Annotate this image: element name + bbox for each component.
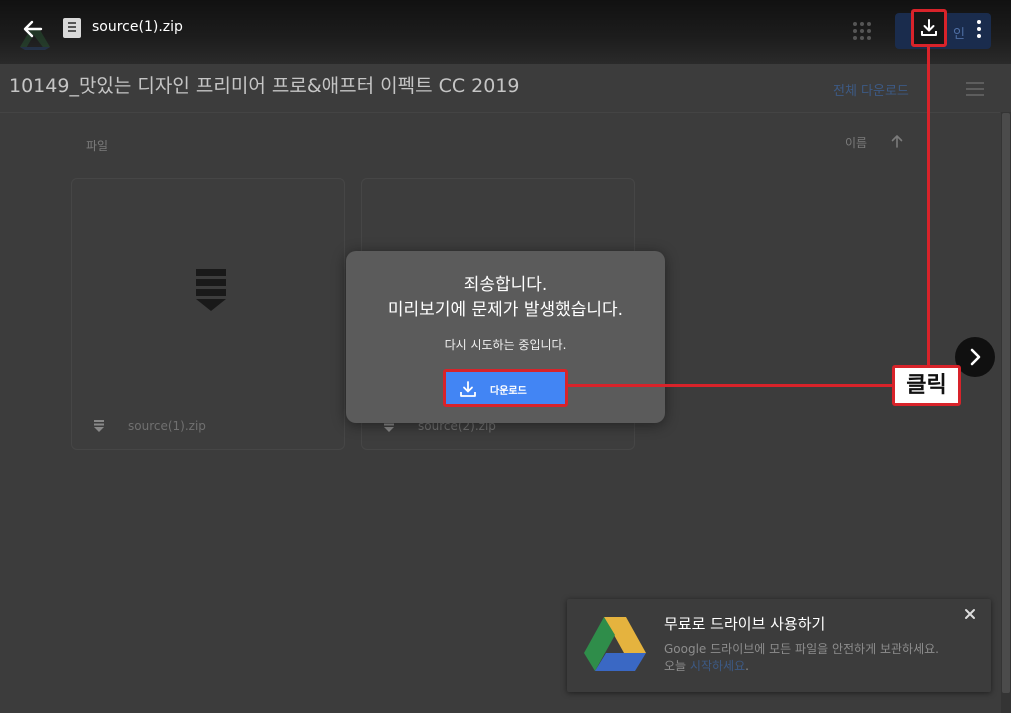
callout-label: 클릭 xyxy=(892,365,961,406)
scrollbar-thumb[interactable] xyxy=(1002,113,1010,693)
download-all-link[interactable]: 전체 다운로드 xyxy=(833,80,909,99)
dialog-download-button[interactable]: 다운로드 xyxy=(443,369,568,407)
promo-cta-line: 오늘 시작하세요. xyxy=(664,658,980,675)
sign-in-label: 인 xyxy=(953,27,965,42)
callout-connector xyxy=(568,384,894,387)
zip-file-icon xyxy=(196,269,226,311)
google-drive-logo-icon xyxy=(584,617,646,671)
apps-grid-icon[interactable] xyxy=(853,22,871,40)
close-icon[interactable] xyxy=(963,607,977,621)
zip-file-icon xyxy=(63,18,81,38)
more-vert-icon[interactable] xyxy=(972,18,986,40)
files-section-label: 파일 xyxy=(86,139,109,153)
file-card[interactable]: source(1).zip xyxy=(71,178,345,450)
chevron-right-icon xyxy=(970,348,981,366)
dialog-download-label: 다운로드 xyxy=(490,386,527,397)
viewer-filename: source(1).zip xyxy=(92,19,183,35)
promo-text: . xyxy=(745,659,749,673)
promo-body-text: Google 드라이브에 모든 파일을 안전하게 보관하세요. xyxy=(664,642,939,656)
drive-promo-card: 무료로 드라이브 사용하기 Google 드라이브에 모든 파일을 안전하게 보… xyxy=(567,599,991,692)
zip-file-icon xyxy=(94,420,104,432)
dialog-title-line: 미리보기에 문제가 발생했습니다. xyxy=(387,300,624,320)
promo-text: 오늘 xyxy=(664,659,690,673)
next-file-button[interactable] xyxy=(955,337,995,377)
divider xyxy=(0,112,1000,113)
arrow-up-icon[interactable] xyxy=(890,134,904,148)
list-view-icon[interactable] xyxy=(966,82,984,96)
download-icon xyxy=(460,381,476,397)
folder-title: 10149_맛있는 디자인 프리미어 프로&애프터 이펙트 CC 2019 xyxy=(9,75,520,97)
dialog-title-line: 죄송합니다. xyxy=(463,275,548,295)
file-name: source(1).zip xyxy=(128,419,206,433)
get-started-link[interactable]: 시작하세요 xyxy=(690,659,745,673)
download-icon xyxy=(921,19,937,36)
preview-error-dialog: 죄송합니다. 미리보기에 문제가 발생했습니다. 다시 시도하는 중입니다. 다… xyxy=(346,251,665,423)
viewer-top-bar: source(1).zip 인 xyxy=(0,0,1011,64)
dialog-subtitle: 다시 시도하는 중입니다. xyxy=(444,338,567,352)
sort-by-name-button[interactable]: 이름 xyxy=(845,134,867,151)
back-arrow-icon[interactable] xyxy=(20,16,46,42)
promo-title: 무료로 드라이브 사용하기 xyxy=(664,615,826,633)
dialog-title: 죄송합니다. 미리보기에 문제가 발생했습니다. xyxy=(346,273,665,323)
promo-body: Google 드라이브에 모든 파일을 안전하게 보관하세요. 오늘 시작하세요… xyxy=(664,641,980,675)
callout-connector xyxy=(927,47,930,367)
download-button[interactable] xyxy=(911,9,947,47)
